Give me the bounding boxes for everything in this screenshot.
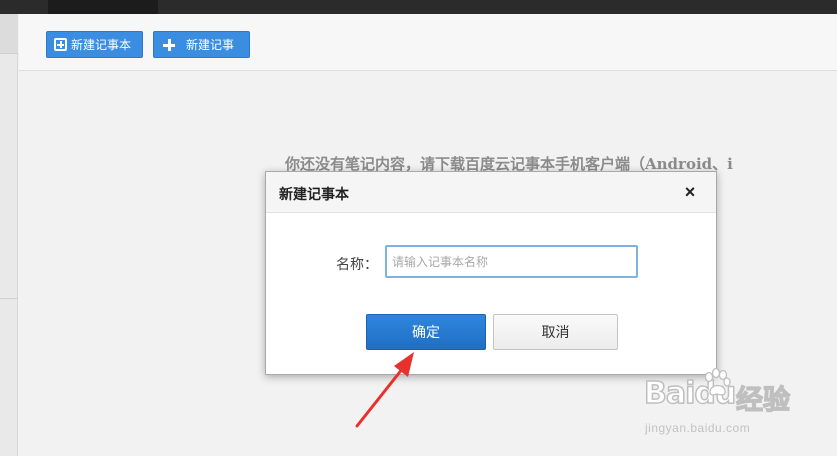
left-sidebar xyxy=(0,14,18,456)
notebook-name-input[interactable] xyxy=(385,245,638,278)
left-sidebar-selected-item[interactable] xyxy=(0,14,18,54)
new-notebook-dialog: 新建记事本 × 名称： 确定 取消 xyxy=(265,171,717,375)
watermark-product-text: 经验 xyxy=(735,384,790,415)
baidu-paw-icon xyxy=(704,368,731,396)
watermark-url: jingyan.baidu.com xyxy=(645,421,751,435)
name-label: 名称： xyxy=(336,256,378,272)
dialog-header: 新建记事本 × xyxy=(266,172,716,213)
top-bar xyxy=(0,0,837,14)
baidu-jingyan-watermark: Baidu 经验 jingyan.baidu.com xyxy=(642,366,812,446)
annotation-arrow-icon xyxy=(355,352,414,428)
close-icon[interactable]: × xyxy=(680,182,700,202)
plus-icon xyxy=(163,38,175,51)
toolbar: 新建记事本 新建记事 xyxy=(19,14,837,71)
new-note-label: 新建记事 xyxy=(186,38,235,52)
new-notebook-button[interactable]: 新建记事本 xyxy=(46,31,143,58)
cancel-button[interactable]: 取消 xyxy=(493,314,618,350)
dialog-title: 新建记事本 xyxy=(279,186,349,202)
add-box-icon xyxy=(54,38,67,51)
new-notebook-label: 新建记事本 xyxy=(71,38,132,52)
top-bar-tab[interactable] xyxy=(48,0,158,14)
new-note-button[interactable]: 新建记事 xyxy=(153,31,250,58)
left-sidebar-divider xyxy=(0,298,18,299)
